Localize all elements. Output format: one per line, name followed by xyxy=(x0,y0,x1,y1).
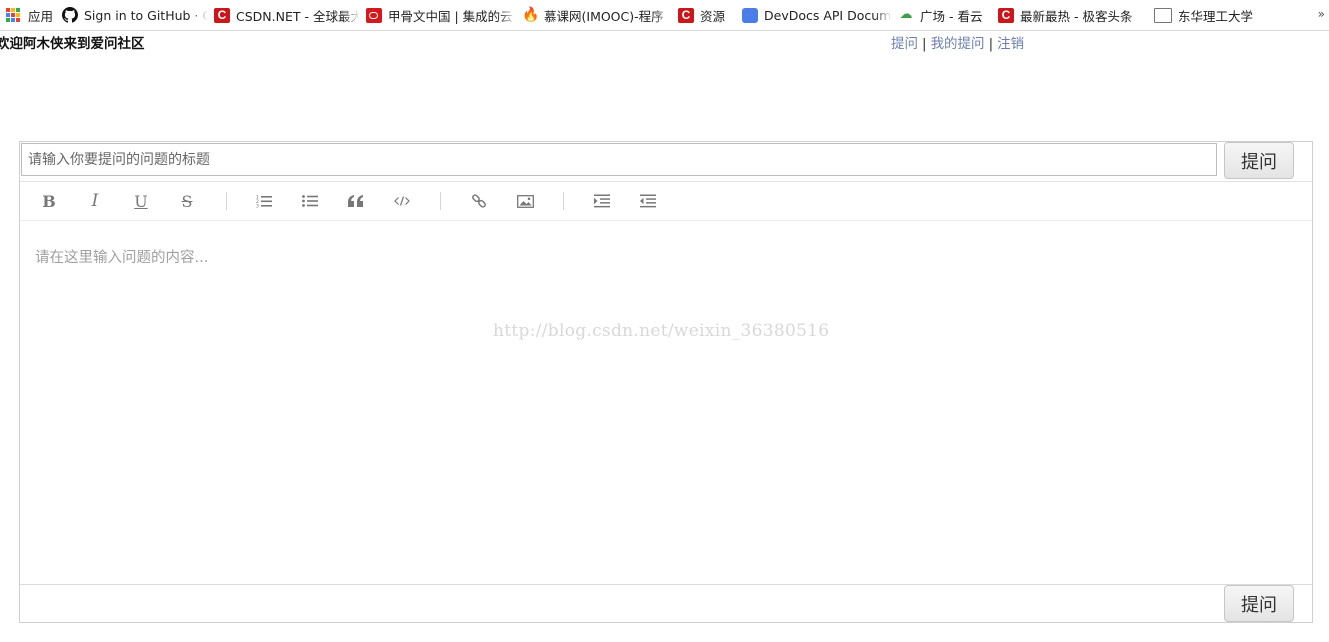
bookmark-label: 广场 - 看云 xyxy=(920,8,983,24)
bookmark-label: 甲骨文中国 | 集成的云 xyxy=(388,8,513,24)
strikethrough-icon: S xyxy=(181,191,193,211)
csdn-icon: C xyxy=(678,7,694,23)
kancloud-icon: ☁ xyxy=(899,7,913,22)
bookmark-apps[interactable]: 应用 xyxy=(0,0,56,30)
bookmark-kancloud[interactable]: ☁ 广场 - 看云 xyxy=(892,0,992,30)
bookmark-devdocs[interactable]: DevDocs API Docum xyxy=(736,0,892,30)
svg-text:3: 3 xyxy=(256,204,259,209)
bookmark-github[interactable]: Sign in to GitHub · G xyxy=(56,0,208,30)
bookmarks-bar: 应用 Sign in to GitHub · G C CSDN.NET - 全球… xyxy=(0,0,1329,31)
submit-button-top[interactable]: 提问 xyxy=(1224,142,1294,179)
bullet-list-icon xyxy=(302,195,318,207)
bookmark-label: 慕课网(IMOOC)-程序 xyxy=(544,8,664,24)
image-button[interactable] xyxy=(513,190,537,212)
apps-grid-icon xyxy=(6,8,22,22)
nav-my-questions-link[interactable]: 我的提问 xyxy=(931,36,985,52)
bookmark-label: 最新最热 - 极客头条 xyxy=(1020,8,1133,24)
image-icon xyxy=(516,194,534,208)
link-button[interactable] xyxy=(467,190,491,212)
bookmark-label: DevDocs API Docum xyxy=(764,7,892,23)
bookmark-geek[interactable]: C 最新最热 - 极客头条 xyxy=(992,0,1146,30)
csdn-icon: C xyxy=(214,7,230,23)
nav-separator: | xyxy=(922,36,927,52)
question-content-editor[interactable]: 请在这里输入问题的内容... http://blog.csdn.net/weix… xyxy=(20,222,1312,584)
form-footer xyxy=(20,584,1312,623)
content-placeholder: 请在这里输入问题的内容... xyxy=(35,250,209,266)
blockquote-button[interactable] xyxy=(344,190,368,212)
underline-icon: U xyxy=(134,191,148,211)
nav-separator: | xyxy=(988,36,994,52)
oracle-icon xyxy=(366,7,382,23)
italic-icon: I xyxy=(91,191,99,211)
toolbar-divider xyxy=(226,192,227,210)
nav-ask-link[interactable]: 提问 xyxy=(891,36,918,52)
ordered-list-button[interactable]: 1 2 3 xyxy=(252,190,276,212)
bookmark-imooc[interactable]: 🔥 慕课网(IMOOC)-程序 xyxy=(516,0,672,30)
welcome-text: 欢迎阿木侠来到爱问社区 xyxy=(0,36,145,52)
bookmark-ecut[interactable]: 东华理工大学 xyxy=(1146,0,1262,30)
toolbar-divider xyxy=(563,192,564,210)
strikethrough-button[interactable]: S xyxy=(175,190,199,212)
bookmarks-overflow-icon[interactable]: » xyxy=(1318,7,1325,21)
bold-icon: B xyxy=(42,191,56,211)
bookmark-oracle[interactable]: 甲骨文中国 | 集成的云 xyxy=(360,0,516,30)
page-icon xyxy=(1154,7,1172,23)
watermark: http://blog.csdn.net/weixin_36380516 xyxy=(493,321,830,341)
bookmark-label: 应用 xyxy=(28,8,54,24)
question-title-input[interactable] xyxy=(21,143,1217,176)
link-icon xyxy=(472,194,486,208)
code-icon xyxy=(394,196,410,206)
top-nav: 提问 | 我的提问 | 注销 xyxy=(891,32,1024,52)
outdent-button[interactable] xyxy=(636,190,660,212)
quote-icon xyxy=(348,195,363,207)
indent-button[interactable] xyxy=(590,190,614,212)
bold-button[interactable]: B xyxy=(37,190,61,212)
code-button[interactable] xyxy=(390,190,414,212)
bookmark-label: 东华理工大学 xyxy=(1178,8,1254,24)
toolbar-divider xyxy=(440,192,441,210)
indent-icon xyxy=(594,194,610,208)
underline-button[interactable]: U xyxy=(129,190,153,212)
csdn-icon: C xyxy=(998,7,1014,23)
github-icon xyxy=(62,7,78,23)
bookmark-resources[interactable]: C 资源 xyxy=(672,0,736,30)
bookmark-csdn[interactable]: C CSDN.NET - 全球最大 xyxy=(208,0,360,30)
italic-button[interactable]: I xyxy=(83,190,107,212)
imooc-flame-icon: 🔥 xyxy=(522,7,540,23)
nav-logout-link[interactable]: 注销 xyxy=(997,36,1024,52)
devdocs-icon xyxy=(742,7,758,23)
submit-button-bottom[interactable]: 提问 xyxy=(1224,585,1294,622)
bullet-list-button[interactable] xyxy=(298,190,322,212)
outdent-icon xyxy=(640,194,656,208)
bookmark-label: 资源 xyxy=(700,8,726,24)
question-form: 提问 B I U S 1 2 3 xyxy=(19,141,1313,623)
ordered-list-icon: 1 2 3 xyxy=(256,195,272,209)
editor-toolbar: B I U S 1 2 3 xyxy=(20,181,1312,221)
